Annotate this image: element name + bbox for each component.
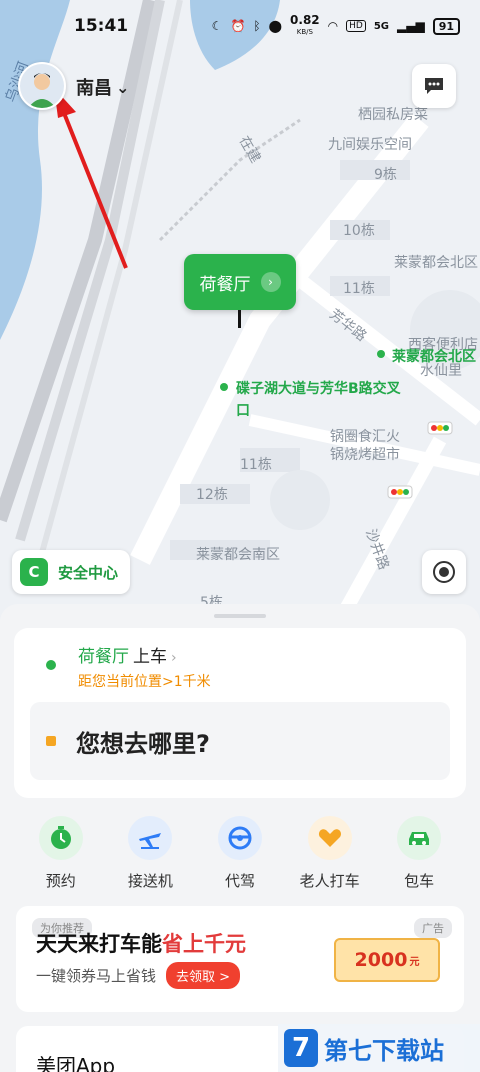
- service-label: 代驾: [224, 872, 255, 890]
- status-icons: ☾ ⏰ ᛒ ⬤ 0.82 KB/S ◠ HD 5G ▂▄▆ 91: [211, 13, 460, 37]
- pickup-distance: 距您当前位置>1千米: [78, 674, 211, 690]
- plane-icon: [128, 816, 173, 860]
- bottom-sheet: 荷餐厅 上车 › 距您当前位置>1千米 您想去哪里? 预约 接送机 代驾 老人打…: [0, 604, 480, 1072]
- services-row: 预约 接送机 代驾 老人打车 包车: [0, 816, 480, 891]
- destination-dot: [46, 736, 56, 746]
- pickup-location: 荷餐厅 上车 ›: [78, 642, 211, 667]
- map-label: 11栋: [343, 281, 375, 297]
- heart-hands-icon: [307, 816, 352, 860]
- chat-bubble-icon: [425, 78, 443, 94]
- signal-icon: ▂▄▆: [397, 19, 425, 33]
- trip-card: 荷餐厅 上车 › 距您当前位置>1千米 您想去哪里?: [14, 628, 466, 798]
- pin-stem: [238, 310, 241, 328]
- service-chauffeur[interactable]: 代驾: [200, 816, 280, 891]
- sheet-handle[interactable]: [214, 614, 266, 618]
- watermark: 7 第七下载站: [278, 1024, 480, 1072]
- alarm-icon: ⏰: [230, 19, 246, 33]
- map-label: 9栋: [374, 167, 397, 183]
- safety-center-button[interactable]: C 安全中心: [12, 550, 131, 594]
- map-label: 11栋: [240, 457, 272, 473]
- map-label: 12栋: [196, 487, 228, 503]
- map-label: 莱蒙都会北区: [394, 255, 478, 271]
- clock-icon: [38, 816, 83, 860]
- map-label: 莱蒙都会南区: [196, 547, 280, 563]
- location-icon: ⬤: [268, 19, 283, 33]
- map-label: 水仙里: [420, 363, 462, 379]
- chevron-right-icon: ›: [260, 272, 281, 292]
- watermark-logo-icon: 7: [284, 1029, 318, 1067]
- user-avatar-icon: [20, 64, 64, 108]
- service-elderly[interactable]: 老人打车: [290, 816, 370, 891]
- avatar[interactable]: [18, 62, 66, 110]
- map-label-poi: 碟子湖大道与芳华B路交叉: [236, 381, 401, 397]
- shield-icon: C: [20, 558, 48, 586]
- steering-wheel-icon: [217, 816, 262, 860]
- promo-title: 天天来打车能省上千元: [36, 932, 246, 956]
- hd-badge: HD: [346, 20, 366, 32]
- status-bar: 15:41 ☾ ⏰ ᛒ ⬤ 0.82 KB/S ◠ HD 5G ▂▄▆ 91: [0, 0, 480, 52]
- battery-indicator: 91: [432, 17, 460, 35]
- net-speed: 0.82 KB/S: [290, 13, 320, 36]
- moon-icon: ☾: [211, 19, 223, 33]
- promo-subtitle: 一键领券马上省钱: [36, 967, 157, 985]
- message-button[interactable]: [412, 64, 456, 108]
- bluetooth-icon: ᛒ: [253, 19, 261, 33]
- map-label: 九间娱乐空间: [328, 137, 412, 153]
- city-label: 南昌: [76, 78, 112, 99]
- car-icon: [397, 816, 442, 860]
- destination-input[interactable]: 您想去哪里?: [30, 702, 450, 780]
- promo-banner[interactable]: 为你推荐 广告 天天来打车能省上千元 一键领券马上省钱 去领取 > 2000 元: [16, 906, 464, 1012]
- claim-button[interactable]: 去领取 >: [166, 962, 241, 989]
- locate-icon: [433, 561, 455, 583]
- pickup-suffix: 上车: [133, 647, 167, 667]
- service-label: 包车: [404, 872, 435, 890]
- wifi-icon: ◠: [327, 19, 339, 33]
- ad-badge: 广告: [414, 918, 452, 938]
- service-label: 预约: [45, 872, 76, 890]
- pickup-row[interactable]: 荷餐厅 上车 › 距您当前位置>1千米: [46, 642, 211, 691]
- chevron-down-icon: ⌄: [116, 77, 130, 97]
- map-label-poi: 口: [236, 403, 250, 419]
- service-airport[interactable]: 接送机: [110, 816, 190, 891]
- locate-me-button[interactable]: [422, 550, 466, 594]
- map-label: 锅圈食汇火: [330, 429, 400, 445]
- signal-label: 5G: [373, 20, 389, 32]
- pickup-pin[interactable]: 荷餐厅 ›: [184, 254, 296, 310]
- service-label: 老人打车: [299, 872, 360, 890]
- pickup-pin-label: 荷餐厅: [199, 274, 251, 295]
- map-label: 10栋: [343, 223, 375, 239]
- pickup-dot: [46, 660, 56, 670]
- promo-subtitle-row: 一键领券马上省钱 去领取 >: [36, 962, 241, 989]
- service-charter[interactable]: 包车: [379, 816, 459, 891]
- coupon-graphic: 2000 元: [334, 938, 440, 982]
- service-reserve[interactable]: 预约: [21, 816, 101, 891]
- meituan-title: 美团App: [36, 1054, 116, 1072]
- pickup-name: 荷餐厅: [78, 647, 129, 667]
- service-label: 接送机: [127, 872, 173, 890]
- map-label: 锅烧烤超市: [330, 447, 400, 463]
- destination-placeholder: 您想去哪里?: [76, 729, 210, 758]
- safety-center-label: 安全中心: [58, 563, 119, 582]
- watermark-text: 第七下载站: [324, 1036, 444, 1065]
- status-time: 15:41: [74, 16, 129, 36]
- city-selector[interactable]: 南昌 ⌄: [76, 74, 129, 100]
- chevron-right-icon: ›: [171, 650, 177, 666]
